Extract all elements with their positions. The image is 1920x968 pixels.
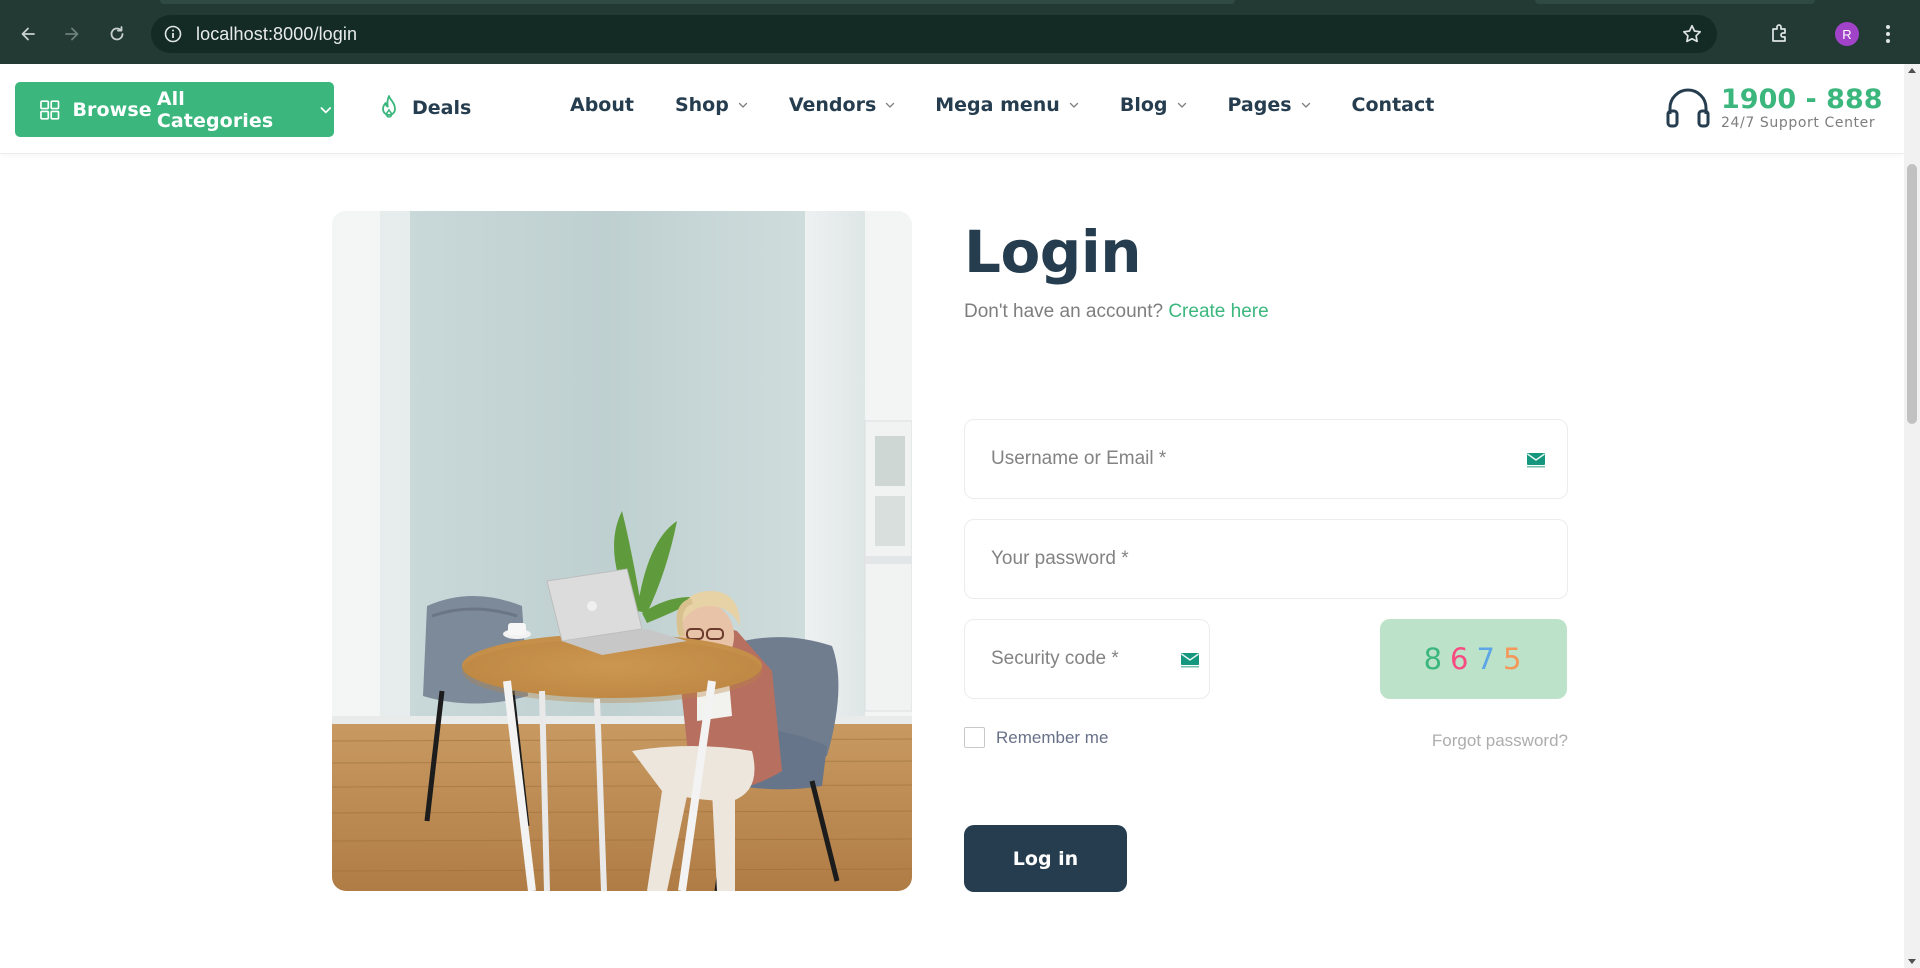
browse-label-2: All Categories — [156, 87, 274, 132]
nav-contact[interactable]: Contact — [1352, 94, 1435, 116]
username-input[interactable] — [965, 420, 1567, 498]
scroll-up-arrow-icon[interactable] — [1908, 68, 1916, 73]
chevron-down-icon — [320, 106, 332, 113]
headset-icon — [1666, 88, 1710, 128]
nav-label: Shop — [674, 94, 729, 116]
nav-label: Pages — [1227, 94, 1292, 116]
browse-categories-button[interactable]: Browse All Categories — [15, 82, 334, 137]
chevron-down-icon — [1177, 102, 1186, 108]
arrow-right-icon — [65, 27, 79, 41]
chevron-down-icon — [886, 102, 895, 108]
fire-icon — [382, 95, 396, 118]
browser-tab[interactable] — [160, 0, 1235, 4]
grid-icon — [40, 99, 60, 120]
reload-icon — [110, 26, 124, 41]
nav-pages[interactable]: Pages — [1228, 94, 1312, 116]
remember-checkbox[interactable] — [964, 727, 985, 748]
no-account-text: Don't have an account? — [964, 301, 1164, 322]
remember-me[interactable]: Remember me — [964, 727, 1108, 748]
password-input[interactable] — [965, 520, 1567, 598]
browse-label: Browse — [72, 98, 152, 121]
profile-avatar[interactable]: R — [1835, 22, 1859, 46]
browser-chrome: localhost:8000/login R — [0, 0, 1920, 64]
bookmark-star-icon[interactable] — [1681, 23, 1703, 45]
tab-strip — [0, 0, 1920, 6]
nav-label: Contact — [1351, 94, 1435, 116]
forward-button[interactable] — [58, 20, 86, 48]
deals-link[interactable]: Deals — [376, 94, 471, 122]
captcha-digit: 7 — [1476, 642, 1497, 676]
nav-blog[interactable]: Blog — [1120, 94, 1188, 116]
url-text[interactable]: localhost:8000/login — [196, 24, 357, 45]
reload-button[interactable] — [103, 20, 131, 48]
chevron-down-icon — [738, 102, 747, 108]
nav-label: Mega menu — [935, 94, 1060, 116]
nav-label: About — [570, 94, 634, 116]
main-navigation: About Shop Vendors Mega menu Blog Pages … — [570, 94, 1434, 116]
browser-menu-icon[interactable] — [1883, 22, 1893, 46]
captcha-digit: 5 — [1502, 642, 1524, 676]
login-button[interactable]: Log in — [964, 825, 1127, 892]
page-title: Login — [964, 218, 1142, 286]
extensions-puzzle-icon[interactable] — [1768, 22, 1792, 46]
signup-prompt: Don't have an account? Create here — [964, 301, 1568, 323]
remember-label: Remember me — [996, 727, 1109, 747]
chevron-down-icon — [1301, 102, 1310, 108]
username-field — [964, 419, 1568, 499]
deals-label: Deals — [412, 97, 472, 119]
login-illustration-photo — [332, 211, 912, 891]
nav-about[interactable]: About — [570, 94, 634, 116]
info-icon[interactable] — [163, 24, 183, 44]
chevron-down-icon — [1069, 102, 1078, 108]
nav-label: Blog — [1119, 94, 1168, 116]
captcha-digit: 6 — [1450, 642, 1471, 676]
browser-tab[interactable] — [1535, 0, 1815, 4]
scroll-down-arrow-icon[interactable] — [1908, 959, 1916, 964]
captcha-code: 8675 — [1380, 619, 1567, 699]
woman-at-laptop-image — [332, 211, 912, 891]
captcha-digit: 8 — [1423, 642, 1445, 676]
mail-icon — [1527, 453, 1545, 468]
nav-mega-menu[interactable]: Mega menu — [935, 94, 1080, 116]
login-form: Login Don't have an account? Create here… — [964, 211, 1568, 892]
create-account-link[interactable]: Create here — [1168, 301, 1268, 322]
security-code-field — [964, 619, 1210, 699]
arrow-left-icon — [21, 27, 35, 41]
nav-vendors[interactable]: Vendors — [789, 94, 896, 116]
page-viewport: Browse All Categories Deals About Shop V… — [0, 64, 1920, 968]
mail-icon — [1181, 653, 1199, 668]
support-contact: 1900 - 888 24/7 Support Center — [1665, 86, 1883, 130]
support-phone[interactable]: 1900 - 888 — [1721, 86, 1883, 113]
nav-shop[interactable]: Shop — [675, 94, 749, 116]
address-bar[interactable]: localhost:8000/login — [151, 15, 1717, 53]
back-button[interactable] — [14, 20, 42, 48]
site-header: Browse All Categories Deals About Shop V… — [0, 64, 1904, 154]
nav-label: Vendors — [788, 94, 877, 116]
scroll-thumb[interactable] — [1907, 164, 1917, 424]
security-code-input[interactable] — [965, 620, 1209, 698]
password-field — [964, 519, 1568, 599]
forgot-password-link[interactable]: Forgot password? — [1432, 731, 1568, 751]
support-subtitle: 24/7 Support Center — [1721, 115, 1876, 131]
page-scrollbar[interactable] — [1904, 64, 1920, 968]
